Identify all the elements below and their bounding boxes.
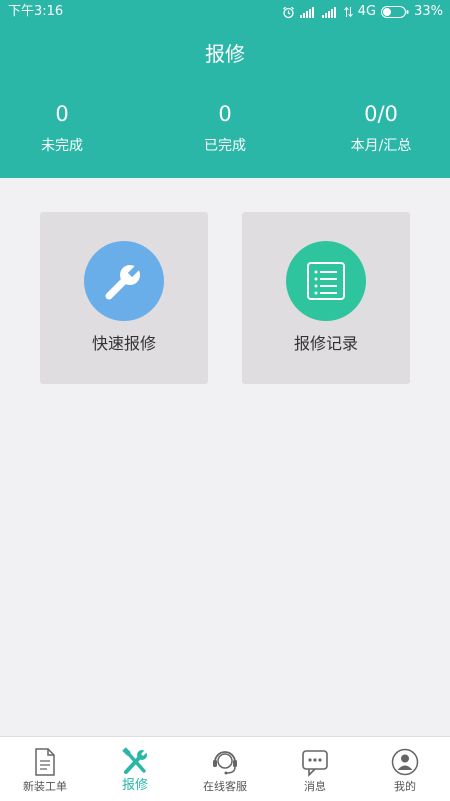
stat-month-total[interactable]: 0/0 本月/汇总 (306, 100, 450, 156)
stat-label: 未完成 (41, 138, 83, 154)
stat-label: 已完成 (204, 138, 246, 154)
quick-repair-button[interactable]: 快速报修 (40, 212, 208, 384)
header: 下午3:16 4G 33% 报修 0 未完成 0 已完成 0/0 本月/汇总 (0, 0, 450, 178)
stat-value: 0 (218, 102, 232, 126)
tab-label: 我的 (394, 780, 416, 793)
alarm-icon (282, 6, 294, 18)
signal-icon (299, 7, 314, 18)
battery-percent: 33% (414, 4, 443, 19)
tab-label: 消息 (304, 780, 326, 793)
chat-icon (302, 750, 328, 777)
stat-unfinished[interactable]: 0 未完成 (0, 100, 137, 156)
network-type: 4G (357, 4, 377, 19)
status-bar: 下午3:16 4G 33% (0, 0, 450, 24)
tab-label: 新装工单 (23, 780, 67, 793)
stat-finished[interactable]: 0 已完成 (150, 100, 300, 156)
tab-repair[interactable]: 报修 (90, 737, 180, 801)
status-icons: 4G 33% (282, 0, 443, 24)
page-title: 报修 (205, 42, 245, 66)
data-transfer-icon (343, 6, 353, 18)
tab-label: 报修 (121, 778, 148, 793)
card-label: 报修记录 (293, 334, 358, 353)
bottom-tab-bar: 新装工单 报修 在线客服 消息 我的 (0, 736, 450, 801)
tab-messages[interactable]: 消息 (270, 737, 360, 801)
stat-value: 0/0 (364, 102, 398, 126)
document-icon (35, 748, 55, 776)
user-icon (391, 748, 419, 776)
card-label: 快速报修 (91, 334, 156, 353)
list-icon (286, 241, 366, 321)
tab-new-install[interactable]: 新装工单 (0, 737, 90, 801)
stat-label: 本月/汇总 (350, 138, 412, 154)
repair-record-button[interactable]: 报修记录 (242, 212, 410, 384)
tools-icon (122, 747, 149, 774)
main-content: 快速报修 报修记录 (0, 178, 450, 736)
status-time: 下午3:16 (8, 4, 64, 19)
tab-mine[interactable]: 我的 (360, 737, 450, 801)
hd-signal-icon (321, 7, 336, 18)
tab-label: 在线客服 (203, 780, 247, 793)
headset-icon (213, 751, 237, 775)
wrench-icon (84, 241, 164, 321)
tab-online-service[interactable]: 在线客服 (180, 737, 270, 801)
battery-icon (381, 6, 409, 18)
stat-value: 0 (55, 102, 69, 126)
